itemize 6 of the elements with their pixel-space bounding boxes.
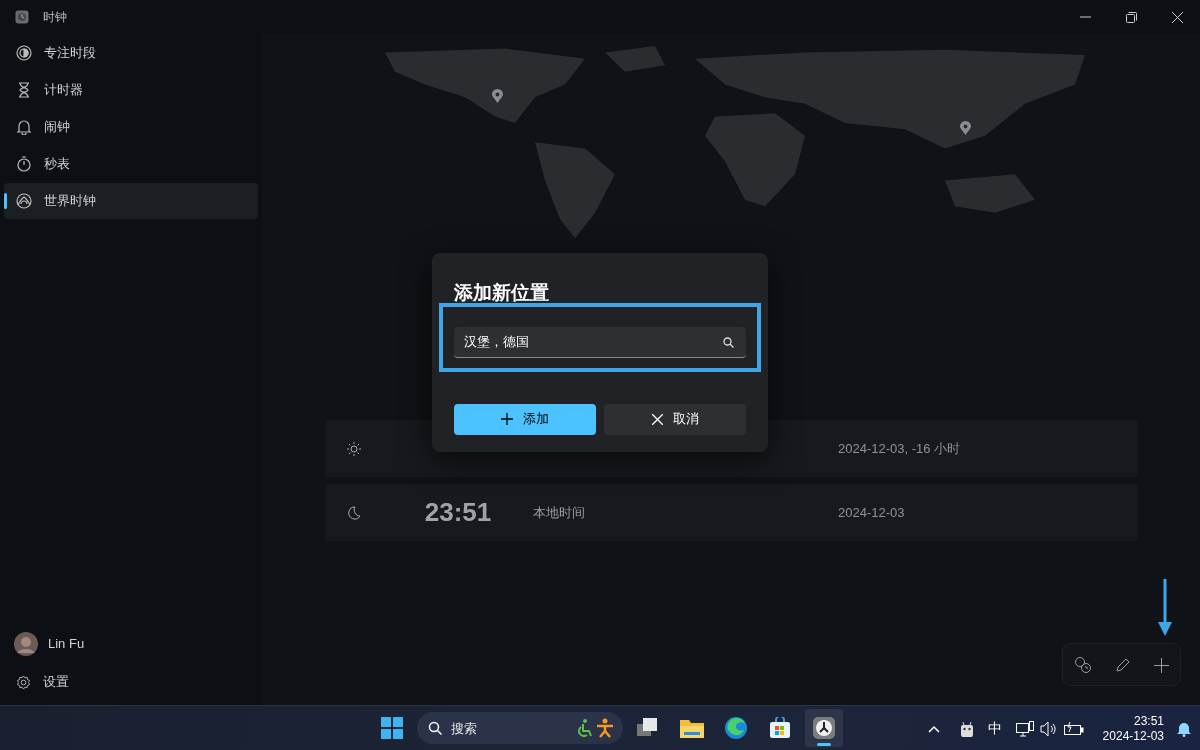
- clock-date: 2024-12-03: [838, 503, 905, 522]
- clock-time: 23:51: [423, 496, 493, 529]
- dialog-title: 添加新位置: [454, 281, 550, 305]
- location-name: 本地时间: [533, 503, 586, 522]
- clock-date: 2024-12-03, -16 小时: [838, 439, 961, 458]
- window-title: 时钟: [43, 9, 67, 26]
